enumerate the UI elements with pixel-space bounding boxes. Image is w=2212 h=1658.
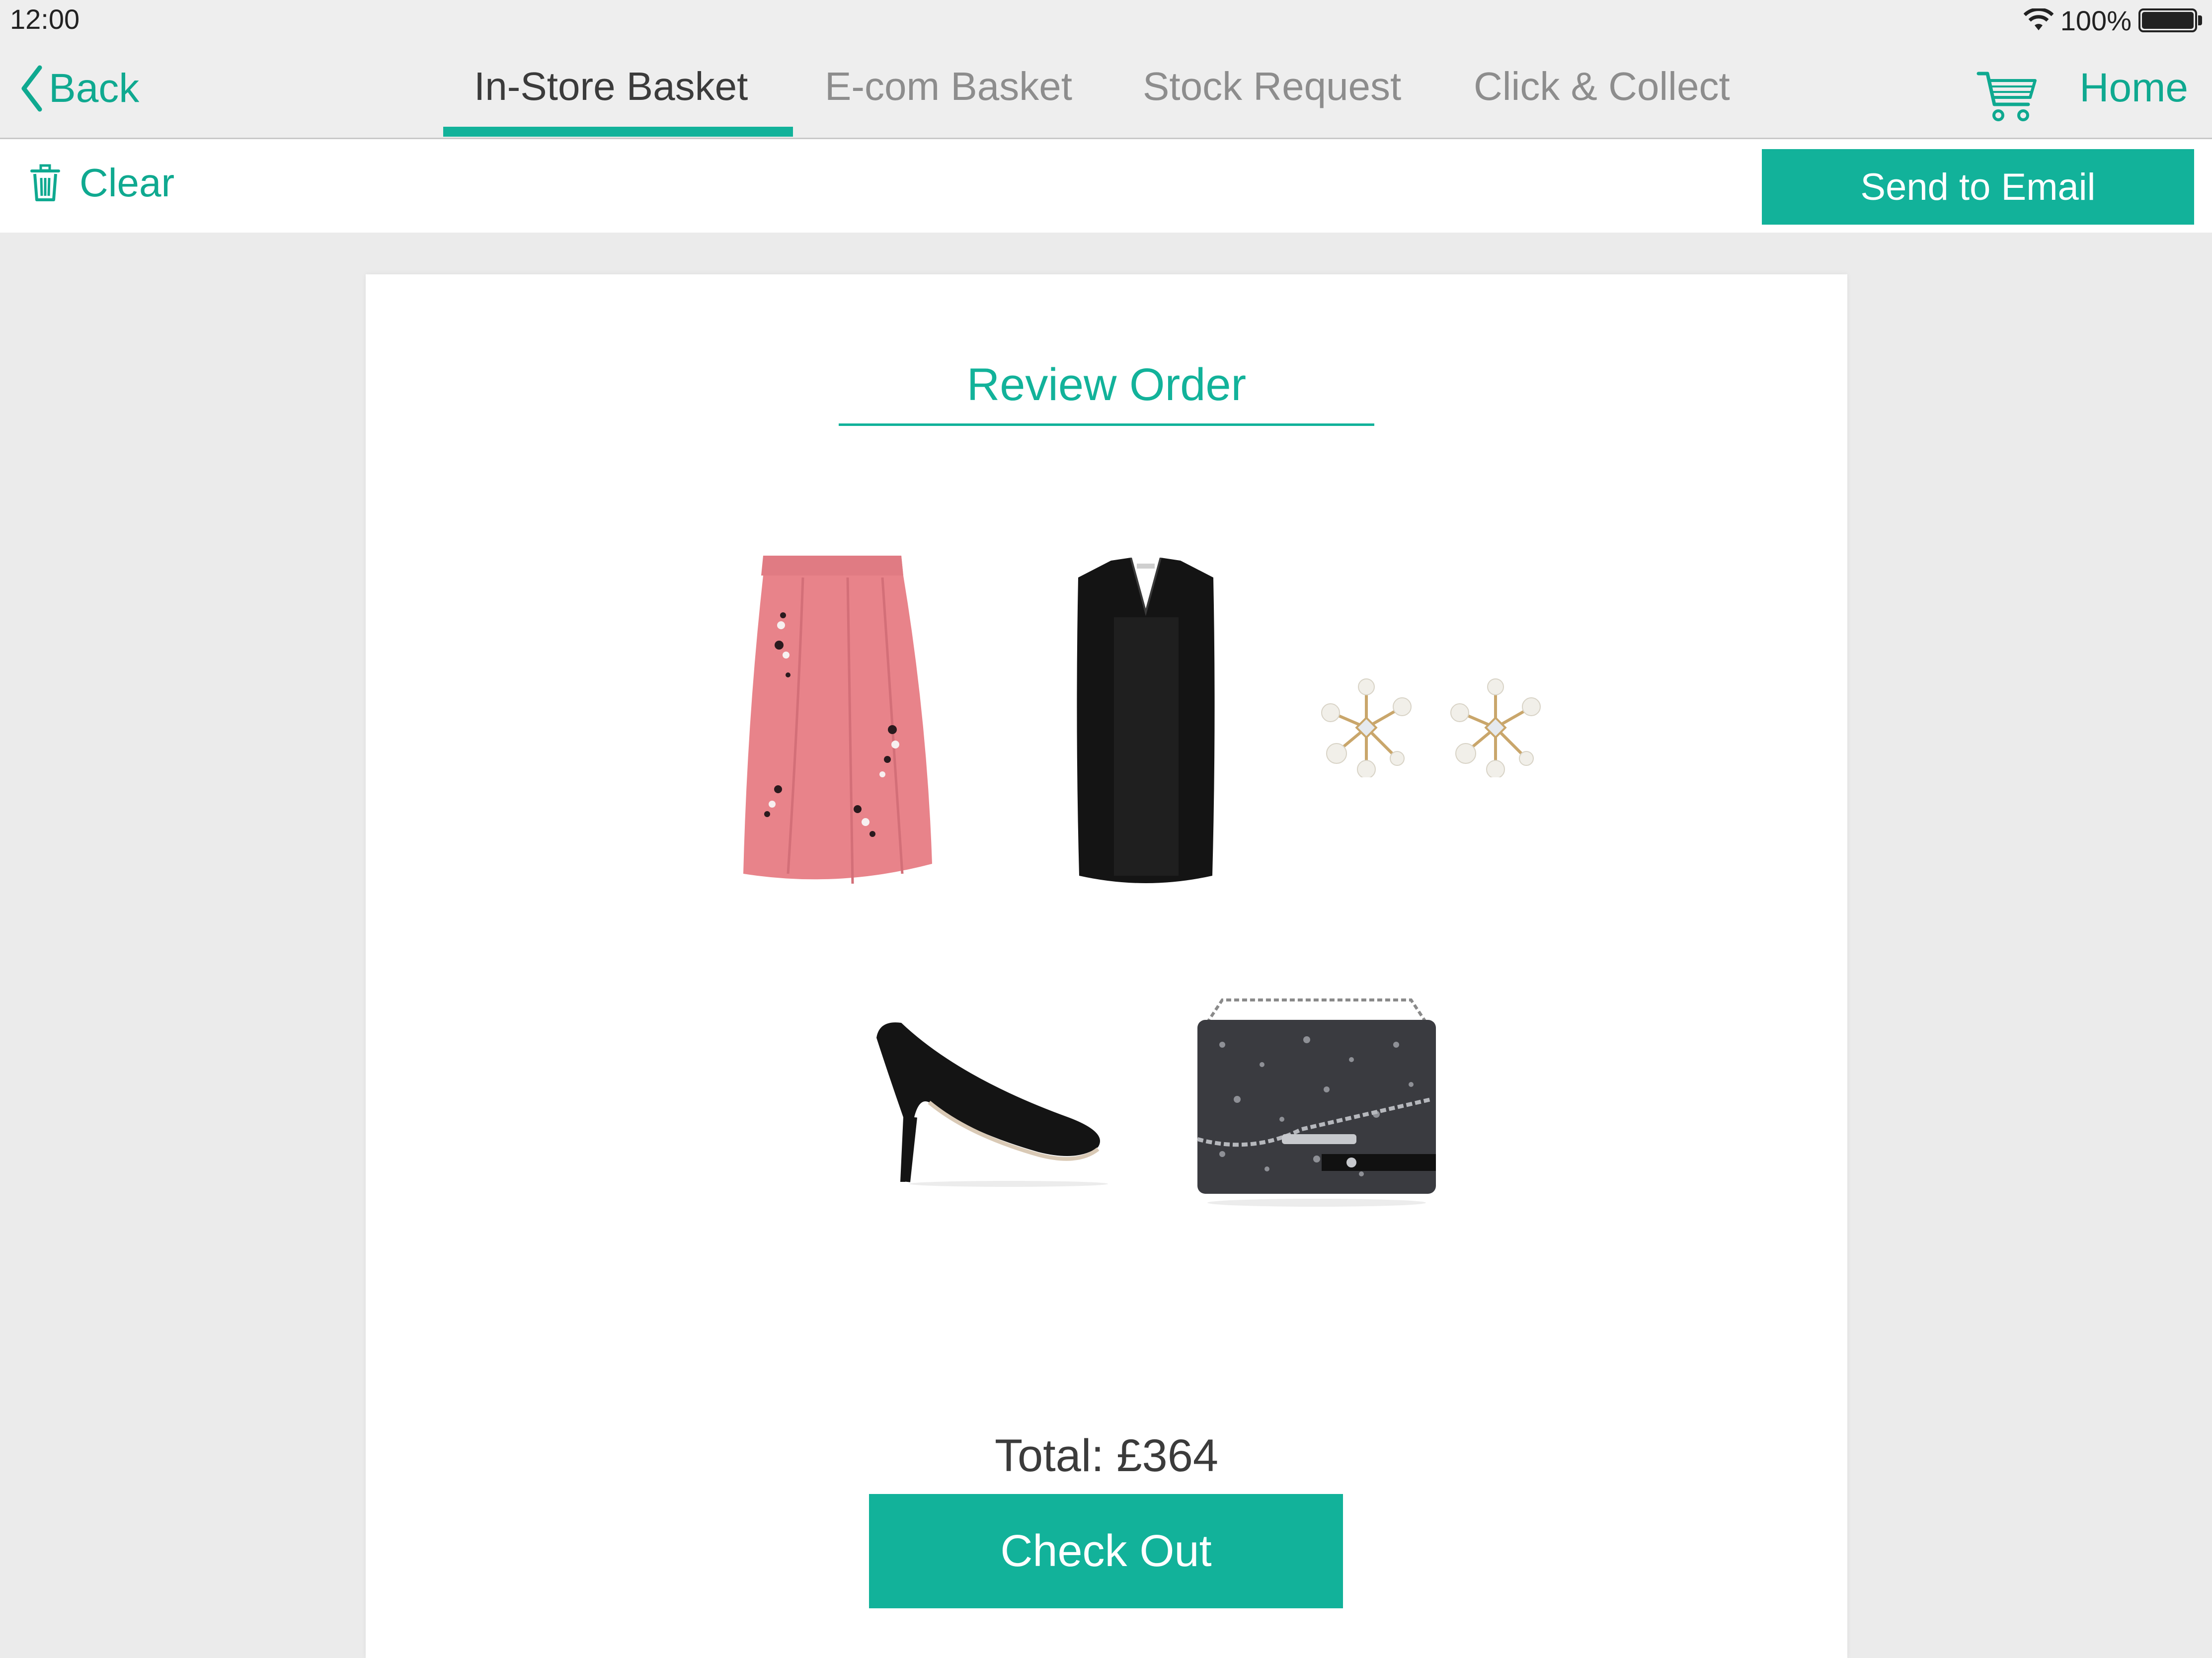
heels-product-image[interactable] bbox=[860, 1018, 1108, 1189]
cart-icon bbox=[1976, 72, 2037, 121]
skirt-product-image[interactable] bbox=[743, 556, 932, 886]
tab-click-and-collect[interactable]: Click & Collect bbox=[1474, 64, 1730, 109]
battery-percentage: 100% bbox=[2060, 4, 2132, 36]
chevron-left-icon bbox=[21, 65, 42, 112]
wifi-icon bbox=[2023, 8, 2054, 30]
status-bar: 12:00 100% bbox=[0, 0, 2212, 40]
app-window: 12:00 100% Back In-Store Basket E-com Ba… bbox=[0, 0, 2212, 1658]
status-time: 12:00 bbox=[10, 3, 80, 35]
basket-toolbar: Clear Send to Email bbox=[0, 139, 2212, 233]
status-indicators: 100% bbox=[2023, 3, 2202, 38]
earrings-product-image[interactable] bbox=[1317, 678, 1545, 780]
battery-cap bbox=[2198, 15, 2202, 25]
clear-button[interactable]: Clear bbox=[30, 160, 174, 206]
home-button[interactable]: Home bbox=[2079, 65, 2188, 111]
navigation-bar: Back In-Store Basket E-com Basket Stock … bbox=[0, 40, 2212, 139]
clear-label: Clear bbox=[79, 161, 175, 205]
trash-icon bbox=[30, 164, 60, 201]
clutch-bag-product-image[interactable] bbox=[1192, 990, 1441, 1211]
title-underline bbox=[839, 423, 1374, 426]
tab-stock-request[interactable]: Stock Request bbox=[1143, 64, 1401, 109]
back-label: Back bbox=[49, 66, 140, 111]
cart-button[interactable] bbox=[1976, 70, 2038, 127]
battery-icon bbox=[2138, 8, 2197, 32]
back-button[interactable]: Back bbox=[20, 65, 139, 112]
top-product-image[interactable] bbox=[1071, 557, 1220, 888]
tab-in-store-basket[interactable]: In-Store Basket bbox=[474, 64, 748, 109]
check-out-button[interactable]: Check Out bbox=[869, 1494, 1343, 1608]
send-to-email-button[interactable]: Send to Email bbox=[1762, 149, 2194, 225]
tab-e-com-basket[interactable]: E-com Basket bbox=[825, 64, 1072, 109]
review-order-title: Review Order bbox=[966, 359, 1247, 410]
review-order-card: Review Order Total: £364 Check Out bbox=[366, 274, 1847, 1658]
order-total: Total: £364 bbox=[994, 1430, 1219, 1481]
active-tab-indicator bbox=[443, 127, 793, 137]
